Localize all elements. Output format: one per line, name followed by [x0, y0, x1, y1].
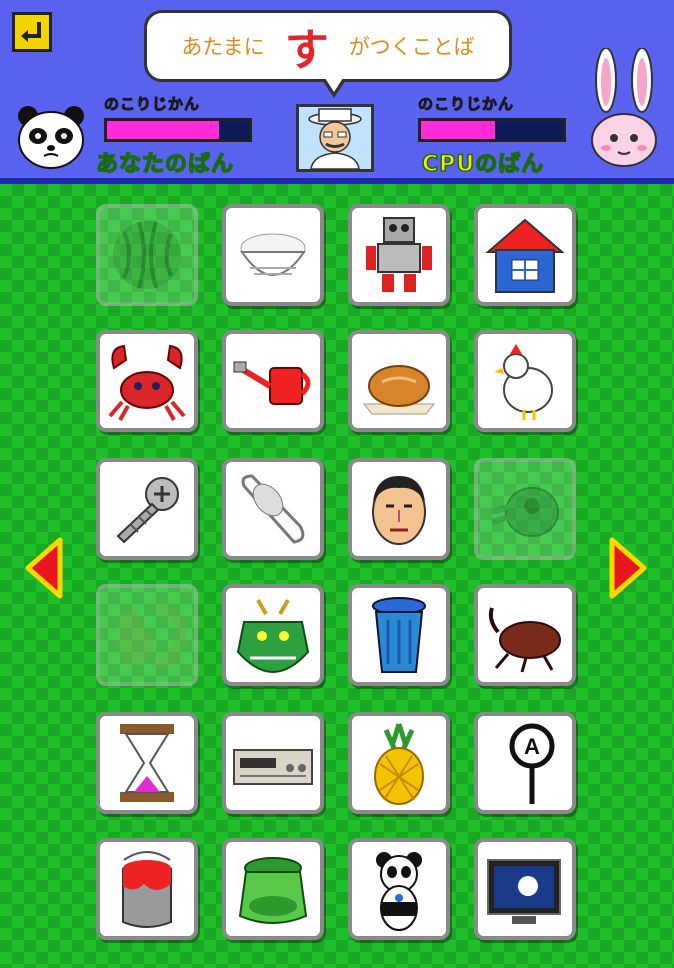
card[interactable]: [348, 330, 450, 432]
cpu-time-label: のこりじかん: [417, 95, 515, 114]
card[interactable]: [348, 838, 450, 940]
card[interactable]: A: [474, 712, 576, 814]
card[interactable]: [474, 330, 576, 432]
television-icon: [487, 859, 561, 924]
player-time-label: のこりじかん: [103, 95, 201, 114]
player-turn-label: あなたのばん: [95, 151, 235, 178]
host-man-icon: [308, 108, 362, 169]
hourglass-icon: [120, 724, 174, 802]
card-taken: [96, 584, 198, 686]
card-taken: [474, 458, 576, 560]
prompt-bubble: あたまに す がつくことば: [144, 10, 512, 82]
card[interactable]: [474, 584, 576, 686]
right-arrow-icon[interactable]: [606, 536, 650, 600]
return-arrow-icon: [21, 22, 41, 42]
card[interactable]: [474, 838, 576, 940]
screw-icon: [116, 477, 179, 544]
player-timer-bar: [104, 118, 252, 142]
watering-can-icon: [233, 361, 311, 405]
toilet-icon: [241, 474, 305, 544]
squirrel-icon: [118, 600, 188, 669]
prompt-prefix: あたまに: [181, 35, 265, 59]
host-portrait: [296, 104, 374, 172]
video-deck-icon: [233, 749, 313, 785]
svg-text:A: A: [524, 734, 540, 759]
left-arrow-icon[interactable]: [22, 536, 66, 600]
card[interactable]: [96, 712, 198, 814]
card[interactable]: [96, 458, 198, 560]
rabbit-icon: [591, 48, 657, 167]
frog-icon: [491, 487, 559, 537]
card[interactable]: [222, 584, 324, 686]
beetle-icon: [488, 607, 561, 673]
card[interactable]: [222, 330, 324, 432]
panda-icon: [376, 852, 422, 931]
cpu-turn-label: CPUのばん: [421, 151, 545, 178]
card[interactable]: [96, 330, 198, 432]
prompt-suffix: がつくことば: [348, 35, 475, 59]
card[interactable]: [222, 712, 324, 814]
pineapple-icon: [374, 723, 424, 805]
card[interactable]: [222, 458, 324, 560]
card-taken: [96, 204, 198, 306]
crab-icon: [108, 344, 186, 421]
dragon-icon: [236, 599, 310, 674]
bread-icon: [362, 365, 436, 415]
card[interactable]: [348, 584, 450, 686]
player-timer-fill: [107, 121, 220, 139]
card[interactable]: [222, 838, 324, 940]
card[interactable]: [348, 712, 450, 814]
back-button[interactable]: [12, 12, 52, 52]
rice-bowl-icon: [240, 233, 306, 276]
magnifier-sign-icon: A: [509, 723, 555, 804]
panda-icon: [18, 106, 84, 169]
house-icon: [485, 218, 565, 293]
card[interactable]: [96, 838, 198, 940]
robot-icon: [366, 217, 432, 292]
watermelon-icon: [113, 221, 181, 289]
cpu-timer-bar: [418, 118, 566, 142]
cpu-timer-fill: [421, 121, 495, 139]
card[interactable]: [348, 204, 450, 306]
bubble-tail-inner: [325, 78, 343, 92]
man-face-icon: [372, 476, 426, 545]
card[interactable]: [222, 204, 324, 306]
header-bar: あたまに す がつくことば のこりじかん あなたのばん のこりじかん CPUのば…: [0, 0, 674, 184]
prompt-kana: す: [284, 25, 329, 76]
rooster-icon: [494, 344, 553, 420]
trash-can-icon: [372, 597, 426, 673]
paint-can-icon: [122, 851, 172, 928]
kappa-icon: [238, 857, 308, 924]
card[interactable]: [348, 458, 450, 560]
card[interactable]: [474, 204, 576, 306]
